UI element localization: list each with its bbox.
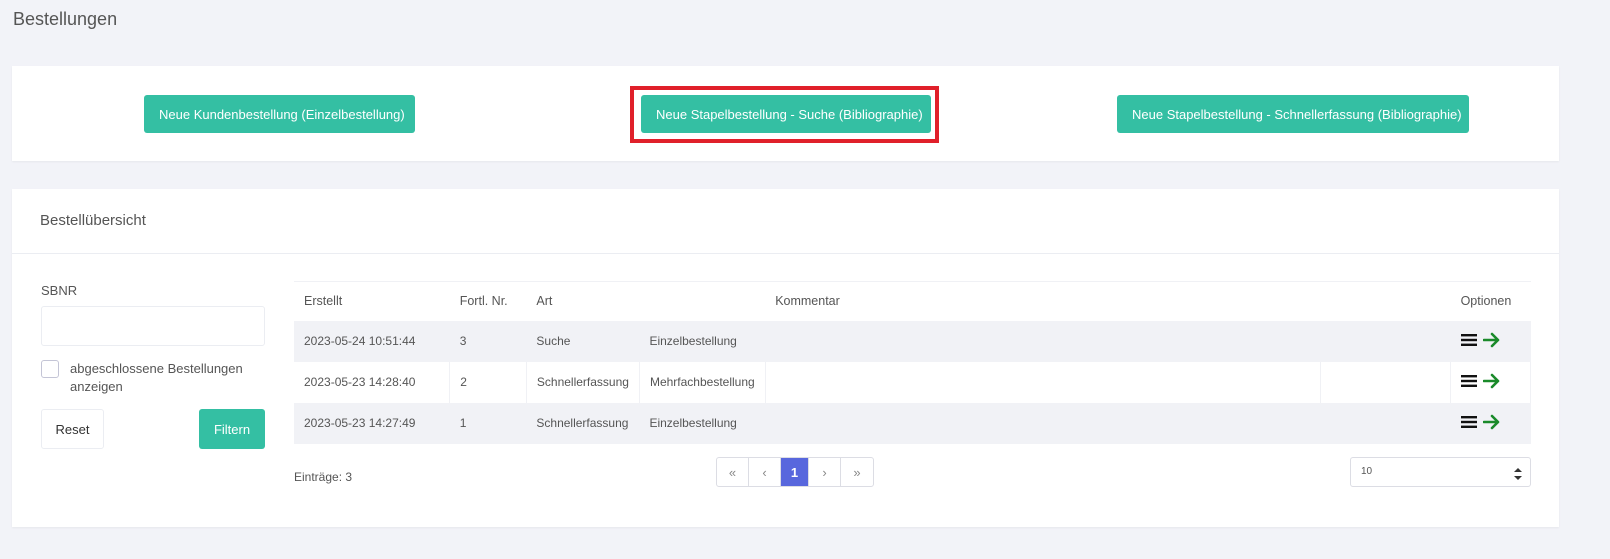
new-batch-search-button[interactable]: Neue Stapelbestellung - Suche (Bibliogra… — [641, 95, 931, 133]
new-batch-quick-entry-button[interactable]: Neue Stapelbestellung - Schnellerfassung… — [1117, 95, 1469, 133]
pagination: « ‹ 1 › » — [716, 457, 874, 487]
prev-page-button[interactable]: ‹ — [749, 458, 781, 486]
cell-comment — [765, 402, 1321, 444]
show-closed-checkbox[interactable] — [41, 360, 59, 378]
orders-table: Erstellt Fortl. Nr. Art Kommentar Option… — [294, 281, 1531, 444]
column-header-blank — [1320, 281, 1451, 321]
cell-kind: Einzelbestellung — [639, 320, 766, 362]
cell-options — [1450, 361, 1531, 403]
page-1-button[interactable]: 1 — [781, 458, 809, 486]
sbnr-label: SBNR — [41, 283, 78, 298]
last-page-button[interactable]: » — [841, 458, 873, 486]
overview-header: Bestellübersicht — [12, 189, 1559, 254]
column-header-created[interactable]: Erstellt — [294, 281, 450, 321]
cell-kind: Einzelbestellung — [639, 402, 766, 444]
sbnr-input[interactable] — [41, 306, 265, 346]
page-title: Bestellungen — [13, 9, 118, 29]
cell-created: 2023-05-23 14:27:49 — [294, 402, 450, 444]
cell-kind: Mehrfachbestellung — [639, 361, 766, 403]
filter-button[interactable]: Filtern — [199, 409, 265, 449]
column-header-comment[interactable]: Kommentar — [765, 281, 1321, 321]
cell-options — [1450, 402, 1531, 444]
cell-blank — [1320, 402, 1451, 444]
column-header-kind — [639, 281, 766, 321]
cell-type: Suche — [526, 320, 640, 362]
page-size-value: 10 — [1361, 466, 1373, 477]
cell-comment — [765, 320, 1321, 362]
page-size-select[interactable]: 10 — [1350, 457, 1531, 487]
table-row: 2023-05-24 10:51:44 3 Suche Einzelbestel… — [294, 320, 1531, 362]
cell-blank — [1320, 361, 1452, 403]
entries-count: Einträge: 3 — [294, 470, 353, 484]
list-icon[interactable] — [1461, 374, 1478, 388]
cell-comment — [765, 361, 1322, 403]
reset-button[interactable]: Reset — [41, 409, 104, 449]
next-page-button[interactable]: › — [809, 458, 841, 486]
arrow-right-icon[interactable] — [1482, 332, 1501, 348]
table-row: 2023-05-23 14:27:49 1 Schnellerfassung E… — [294, 402, 1531, 444]
cell-number: 2 — [449, 361, 527, 403]
column-header-options: Optionen — [1450, 281, 1531, 321]
sort-caret-icon — [1514, 465, 1522, 493]
cell-created: 2023-05-24 10:51:44 — [294, 320, 450, 362]
show-closed-label: abgeschlossene Bestellungen anzeigen — [70, 361, 243, 394]
cell-type: Schnellerfassung — [526, 361, 640, 403]
actions-card: Neue Kundenbestellung (Einzelbestellung)… — [12, 66, 1559, 161]
table-header-row: Erstellt Fortl. Nr. Art Kommentar Option… — [294, 281, 1531, 321]
cell-options — [1450, 320, 1531, 362]
cell-type: Schnellerfassung — [526, 402, 640, 444]
column-header-number[interactable]: Fortl. Nr. — [449, 281, 527, 321]
new-customer-order-button[interactable]: Neue Kundenbestellung (Einzelbestellung) — [144, 95, 415, 133]
order-overview-card: Bestellübersicht SBNR abgeschlossene Bes… — [12, 189, 1559, 527]
cell-blank — [1320, 320, 1451, 362]
cell-number: 3 — [449, 320, 527, 362]
overview-title: Bestellübersicht — [40, 212, 146, 229]
table-row: 2023-05-23 14:28:40 2 Schnellerfassung M… — [294, 361, 1531, 403]
list-icon[interactable] — [1460, 415, 1477, 429]
arrow-right-icon[interactable] — [1482, 414, 1501, 430]
cell-created: 2023-05-23 14:28:40 — [294, 361, 451, 403]
first-page-button[interactable]: « — [717, 458, 749, 486]
list-icon[interactable] — [1460, 333, 1477, 347]
cell-number: 1 — [449, 402, 527, 444]
arrow-right-icon[interactable] — [1483, 373, 1501, 389]
column-header-type[interactable]: Art — [526, 281, 640, 321]
